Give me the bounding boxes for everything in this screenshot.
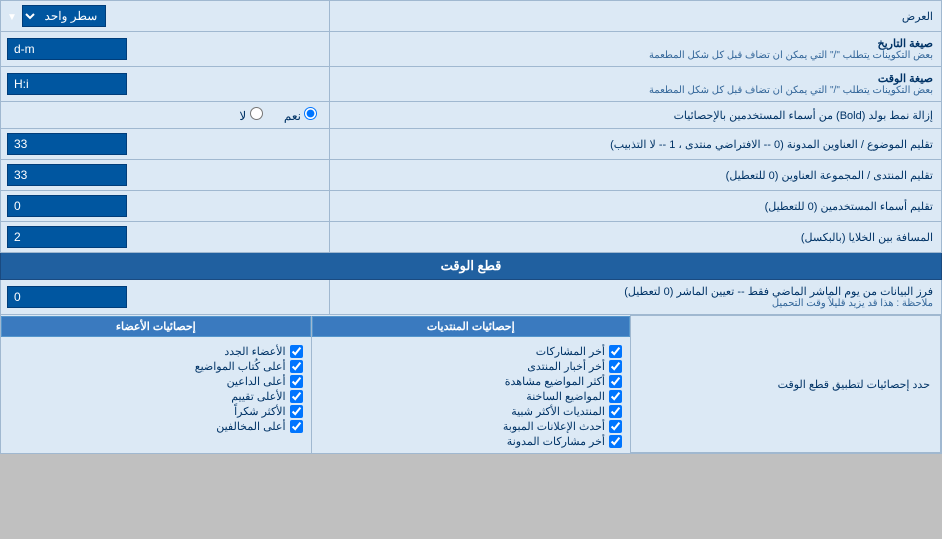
input-trim-forum[interactable]: [1, 160, 330, 191]
checkbox-top-inviters[interactable]: أعلى الداعين: [7, 375, 305, 388]
input-cell-spacing[interactable]: [1, 222, 330, 253]
forum-stats-col: إحصائيات المنتديات أخر المشاركات أخر أخب…: [311, 316, 630, 453]
time-format-input[interactable]: [7, 73, 127, 95]
filter-data-input[interactable]: [7, 286, 127, 308]
checkbox-hot-topics[interactable]: المواضيع الساخنة: [318, 390, 624, 403]
checkbox-new-members[interactable]: الأعضاء الجدد: [7, 345, 305, 358]
checkbox-top-rated[interactable]: الأعلى تقييم: [7, 390, 305, 403]
input-trim-topic[interactable]: [1, 129, 330, 160]
input-trim-users[interactable]: [1, 191, 330, 222]
checkbox-most-viewed[interactable]: أكثر المواضيع مشاهدة: [318, 375, 624, 388]
radio-no[interactable]: [250, 107, 263, 120]
input-date-format[interactable]: [1, 32, 330, 67]
checkbox-popular-forums[interactable]: المنتديات الأكثر شبية: [318, 405, 624, 418]
input-display[interactable]: سطر واحد سطرين ثلاثة أسطر ▼: [1, 1, 330, 32]
checkbox-classified-ads[interactable]: أحدث الإعلانات المبوبة: [318, 420, 624, 433]
input-filter-data[interactable]: [1, 280, 330, 315]
checkbox-top-violations[interactable]: أعلى المخالفين: [7, 420, 305, 433]
checkbox-forum-news[interactable]: أخر أخبار المنتدى: [318, 360, 624, 373]
trim-users-input[interactable]: [7, 195, 127, 217]
member-stats-col: إحصائيات الأعضاء الأعضاء الجدد أعلى كُتا…: [1, 316, 311, 453]
label-filter-data: فرز البيانات من يوم الماشر الماضي فقط --…: [330, 280, 942, 315]
trim-forum-input[interactable]: [7, 164, 127, 186]
forum-stats-header: إحصائيات المنتديات: [312, 316, 630, 337]
radio-yes[interactable]: [304, 107, 317, 120]
input-time-format[interactable]: [1, 67, 330, 102]
date-format-input[interactable]: [7, 38, 127, 60]
checkbox-top-posters[interactable]: أعلى كُتاب المواضيع: [7, 360, 305, 373]
member-stats-header: إحصائيات الأعضاء: [1, 316, 311, 337]
trim-topic-input[interactable]: [7, 133, 127, 155]
checkbox-blog-posts[interactable]: أخر مشاركات المدونة: [318, 435, 624, 448]
checkbox-most-thanked[interactable]: الأكثر شكراً: [7, 405, 305, 418]
label-time-format: صيغة الوقت بعض التكوينات يتطلب "/" التي …: [330, 67, 942, 102]
label-bold-remove: إزالة نمط بولد (Bold) من أسماء المستخدمي…: [330, 102, 942, 129]
label-display: العرض: [330, 1, 942, 32]
bold-remove-options[interactable]: نعم لا: [1, 102, 330, 129]
label-trim-topic: تقليم الموضوع / العناوين المدونة (0 -- ا…: [330, 129, 942, 160]
cut-time-section-header: قطع الوقت: [1, 253, 942, 280]
label-trim-forum: تقليم المنتدى / المجموعة العناوين (0 للت…: [330, 160, 942, 191]
limit-label: حدد إحصائيات لتطبيق قطع الوقت: [630, 316, 940, 453]
cell-spacing-input[interactable]: [7, 226, 127, 248]
checkbox-last-posts[interactable]: أخر المشاركات: [318, 345, 624, 358]
label-trim-users: تقليم أسماء المستخدمين (0 للتعطيل): [330, 191, 942, 222]
display-select[interactable]: سطر واحد سطرين ثلاثة أسطر: [22, 5, 106, 27]
label-date-format: صيغة التاريخ بعض التكوينات يتطلب "/" الت…: [330, 32, 942, 67]
label-cell-spacing: المسافة بين الخلايا (بالبكسل): [330, 222, 942, 253]
